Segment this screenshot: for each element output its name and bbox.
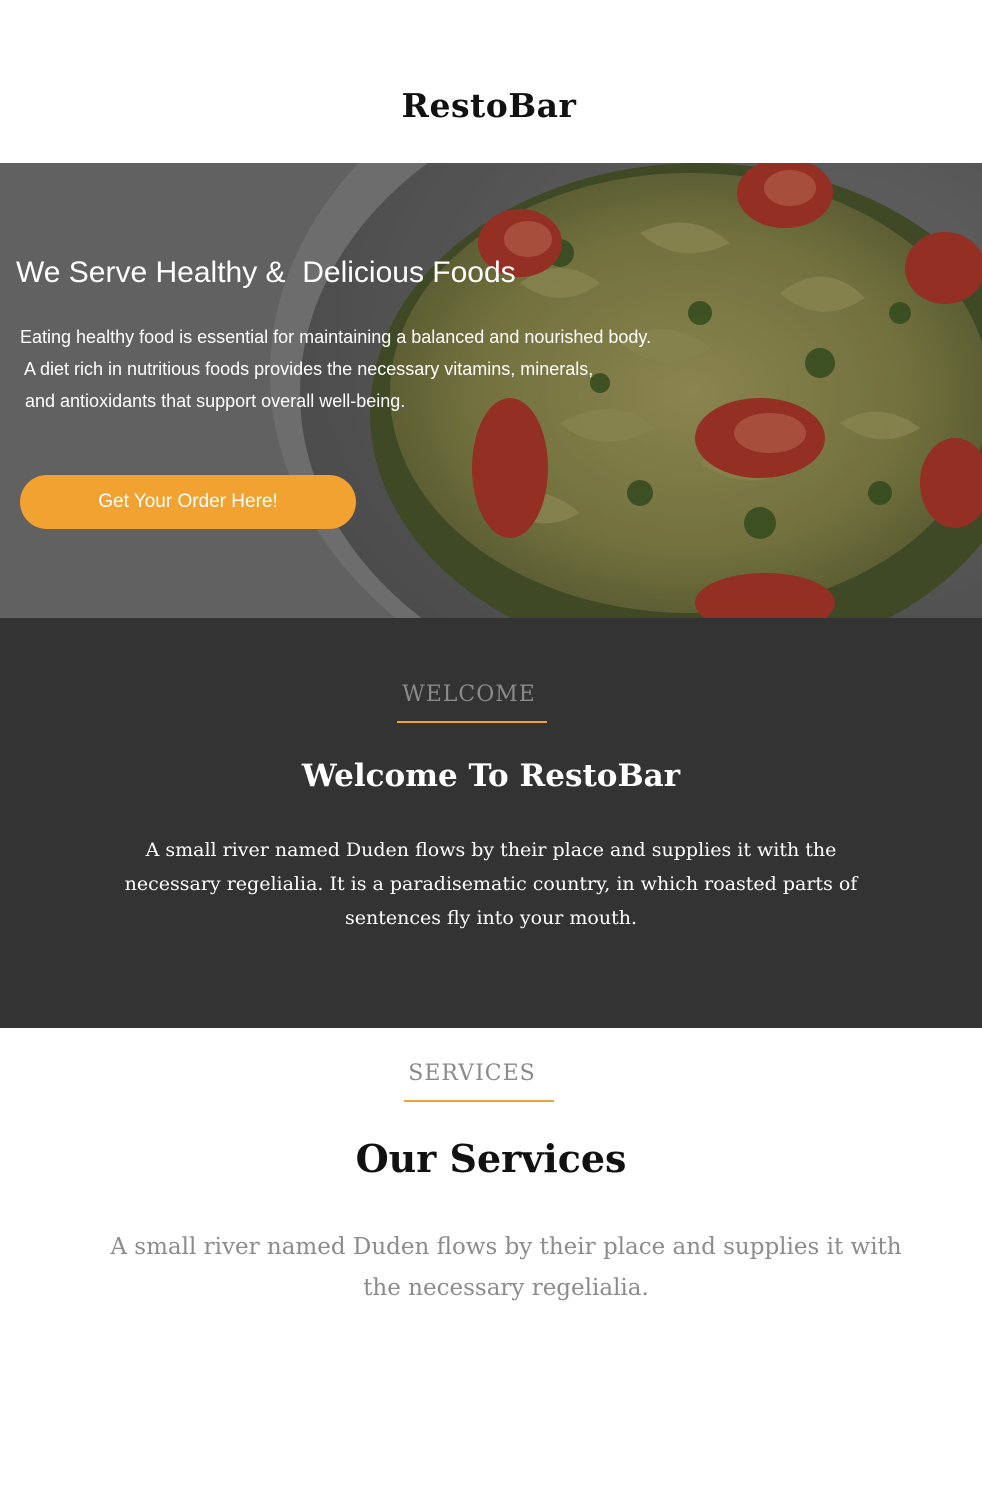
hero-text-line-2: A diet rich in nutritious foods provides…	[20, 359, 594, 379]
order-button[interactable]: Get Your Order Here!	[20, 475, 356, 529]
site-header: RestoBar	[0, 0, 982, 163]
hero-text-line-1: Eating healthy food is essential for mai…	[20, 327, 652, 347]
hero-title: We Serve Healthy & Delicious Foods	[16, 256, 516, 289]
services-divider	[404, 1100, 554, 1102]
welcome-divider	[397, 721, 547, 723]
welcome-eyebrow: WELCOME	[402, 682, 536, 707]
services-heading: Our Services	[355, 1136, 627, 1181]
services-text: A small river named Duden flows by their…	[110, 1234, 902, 1301]
welcome-text: A small river named Duden flows by their…	[124, 839, 858, 929]
hero-text-line-3: and antioxidants that support overall we…	[20, 391, 406, 411]
site-logo[interactable]: RestoBar	[0, 86, 978, 125]
hero-section: We Serve Healthy & Delicious Foods Eatin…	[0, 163, 982, 618]
welcome-section	[0, 618, 982, 1028]
welcome-heading: Welcome To RestoBar	[301, 758, 681, 794]
order-button-label: Get Your Order Here!	[98, 491, 278, 512]
services-eyebrow: SERVICES	[408, 1061, 536, 1086]
